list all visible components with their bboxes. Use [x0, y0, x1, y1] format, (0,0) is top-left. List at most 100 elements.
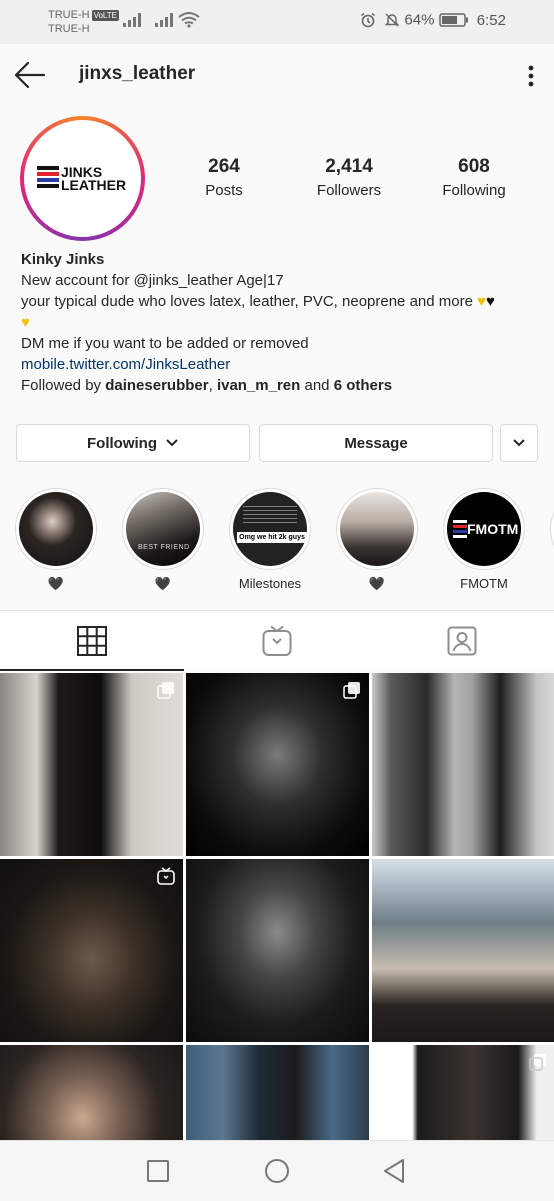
followers-count: 2,414 [325, 156, 373, 177]
story-highlight[interactable]: Omg we hit 2k guys Milestones [229, 488, 311, 591]
carrier-info: TRUE-H VoLTE TRUE-H [48, 8, 119, 36]
wifi-icon [178, 12, 200, 28]
post-thumbnail[interactable] [372, 859, 554, 1042]
status-right: 64% 6:52 [360, 11, 506, 29]
post-thumbnail[interactable] [0, 1045, 183, 1143]
fmotm-stripes [453, 520, 467, 538]
avatar-image: JINKS LEATHER [28, 124, 137, 233]
highlight-label: FMOTM [460, 576, 508, 591]
followed-by-prefix: Followed by [21, 377, 106, 394]
post-thumbnail[interactable] [186, 859, 369, 1042]
post-thumbnail[interactable] [0, 859, 183, 1042]
profile-bio: Kinky Jinks New account for @jinks_leath… [21, 249, 541, 396]
system-navigation-bar [0, 1140, 554, 1201]
post-thumbnail[interactable] [372, 673, 554, 856]
followed-by[interactable]: Followed by daineserubber, ivan_m_ren an… [21, 375, 541, 396]
highlight-label: 🖤 [368, 576, 386, 591]
followed-others[interactable]: 6 others [334, 377, 392, 394]
logo-text-line-2: LEATHER [61, 177, 127, 193]
mute-bell-icon [384, 13, 400, 27]
following-stat[interactable]: 608 Following [414, 156, 534, 199]
tagged-icon [447, 626, 477, 656]
back-nav-icon[interactable] [382, 1158, 406, 1184]
story-highlight[interactable]: BEST FRIEND 🖤 [122, 488, 204, 592]
active-tab-indicator [0, 669, 184, 671]
bio-line-1: New account for @jinks_leather Age|17 [21, 272, 284, 289]
bio-link[interactable]: mobile.twitter.com/JinksLeather [21, 354, 541, 375]
tab-igtv[interactable] [185, 611, 369, 671]
highlight-cover [340, 492, 414, 566]
alarm-icon [361, 12, 376, 28]
logo-text: JINKS LEATHER [61, 165, 127, 193]
post-thumbnail[interactable] [372, 1045, 554, 1143]
post-thumbnail[interactable] [0, 673, 183, 856]
jinks-leather-logo: JINKS LEATHER [37, 164, 129, 196]
message-button[interactable]: Message [259, 424, 493, 462]
signal-icon [123, 13, 141, 27]
followed-user[interactable]: daineserubber [105, 377, 208, 394]
following-label: Following [442, 182, 506, 199]
black-heart-icon: ♥ [486, 293, 495, 310]
highlight-cover-text: Omg we hit 2k guys [237, 532, 307, 543]
more-options-icon[interactable] [524, 62, 538, 90]
profile-tabs [0, 610, 554, 671]
signal-icon [155, 13, 173, 27]
story-highlight[interactable]: 🖤 [15, 488, 97, 592]
posts-grid [0, 673, 554, 1143]
highlight-ring [15, 488, 97, 570]
recent-apps-icon[interactable] [146, 1159, 170, 1183]
status-bar: TRUE-H VoLTE TRUE-H 64% 6:52 [0, 0, 554, 44]
highlight-label: Milestones [238, 576, 302, 591]
followed-and: and [300, 377, 334, 394]
profile-avatar[interactable]: JINKS LEATHER [20, 116, 145, 241]
following-button-label: Following [87, 434, 157, 452]
following-button[interactable]: Following [16, 424, 250, 462]
volte-badge: VoLTE [91, 9, 119, 21]
display-name: Kinky Jinks [21, 251, 105, 268]
bio-line-2: your typical dude who loves latex, leath… [21, 291, 541, 333]
followed-separator: , [208, 377, 217, 394]
back-arrow-icon[interactable] [14, 60, 46, 90]
followers-label: Followers [316, 182, 382, 199]
logo-stripes [37, 166, 59, 188]
yellow-heart-icon: ♥ [21, 314, 30, 331]
followed-user[interactable]: ivan_m_ren [217, 377, 300, 394]
suggested-accounts-button[interactable] [500, 424, 538, 462]
highlight-cover [19, 492, 93, 566]
multiple-photos-icon [529, 1054, 546, 1071]
igtv-icon [157, 867, 175, 885]
home-icon[interactable] [264, 1158, 290, 1184]
story-highlight[interactable] [550, 488, 554, 570]
posts-stat[interactable]: 264 Posts [164, 156, 284, 199]
chevron-down-icon [166, 439, 178, 447]
followers-stat[interactable]: 2,414 Followers [289, 156, 409, 199]
chevron-down-icon [513, 439, 525, 447]
post-thumbnail[interactable] [186, 673, 369, 856]
post-thumbnail[interactable] [186, 1045, 369, 1143]
avatar-border: JINKS LEATHER [24, 120, 141, 237]
highlight-label: 🖤 [47, 576, 65, 591]
carrier-name-1: TRUE-H [48, 9, 90, 21]
message-button-label: Message [344, 434, 408, 452]
highlight-cover: BEST FRIEND [126, 492, 200, 566]
highlight-cover: FMOTM [447, 492, 521, 566]
tab-posts-grid[interactable] [0, 611, 184, 671]
battery-percent: 64% [404, 11, 435, 29]
posts-count: 264 [208, 156, 240, 177]
yellow-heart-icon: ♥ [477, 293, 487, 310]
carrier-name-2: TRUE-H [48, 23, 90, 35]
highlight-cover-text: BEST FRIEND [138, 544, 190, 551]
clock-time: 6:52 [476, 11, 506, 29]
igtv-icon [262, 625, 292, 656]
bio-line-3: DM me if you want to be added or removed [21, 335, 309, 352]
fmotm-logo-text: FMOTM [467, 521, 519, 537]
bio-line-2-text: your typical dude who loves latex, leath… [21, 293, 473, 310]
highlight-ring: Omg we hit 2k guys [229, 488, 311, 570]
story-highlight[interactable]: FMOTM FMOTM [443, 488, 525, 591]
tab-tagged[interactable] [370, 611, 554, 671]
highlight-ring [550, 488, 554, 570]
story-highlight[interactable]: 🖤 [336, 488, 418, 592]
posts-label: Posts [205, 182, 243, 199]
grid-icon [77, 626, 107, 656]
multiple-photos-icon [343, 682, 360, 699]
